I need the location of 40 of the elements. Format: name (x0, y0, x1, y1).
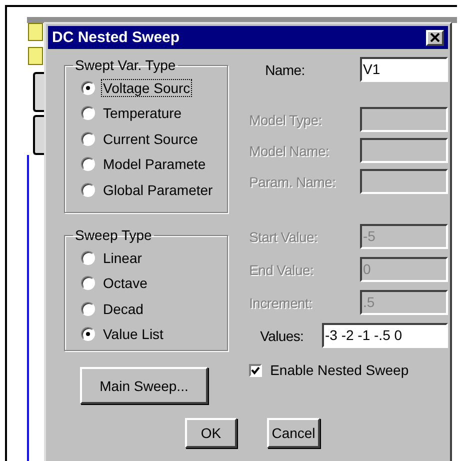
close-button[interactable] (426, 30, 444, 46)
radio-label[interactable]: Decad (101, 300, 146, 318)
radio-button[interactable] (81, 250, 95, 265)
radio-label[interactable]: Octave (101, 274, 150, 292)
radio-button[interactable] (81, 132, 95, 146)
main-sweep-button[interactable]: Main Sweep... (80, 367, 208, 404)
field-label: Start Value: (249, 228, 318, 244)
radio-button[interactable] (81, 157, 95, 172)
radio-label[interactable]: Voltage Sourc (101, 78, 192, 97)
radio-label[interactable]: Temperature (101, 104, 184, 122)
radio-label[interactable]: Linear (101, 248, 144, 267)
window-title: DC Nested Sweep (52, 29, 180, 46)
ok-button[interactable]: OK (185, 418, 237, 448)
radio-button[interactable] (81, 327, 95, 342)
close-icon (430, 33, 440, 42)
radio-label[interactable]: Current Source (101, 130, 200, 148)
radio-button[interactable] (81, 276, 95, 290)
input-field[interactable]: V1 (360, 57, 448, 82)
field-label: Name: (265, 62, 305, 78)
cancel-button[interactable]: Cancel (267, 418, 320, 448)
field-label: Model Name: (249, 142, 330, 158)
radio-label[interactable]: Model Paramete (101, 155, 208, 174)
field-label: Param. Name: (249, 174, 336, 190)
radio-button[interactable] (81, 182, 95, 197)
field-label: End Value: (249, 262, 314, 278)
field-label: Increment: (249, 294, 312, 310)
radio-label[interactable]: Value List (101, 325, 166, 344)
group-label: Swept Var. Type (74, 57, 177, 73)
radio-button[interactable] (81, 106, 95, 120)
group-label: Sweep Type (74, 227, 153, 243)
schematic-icon (28, 23, 43, 41)
field-label: Model Type: (249, 112, 322, 128)
field-label: Values: (260, 328, 304, 344)
radio-label[interactable]: Global Parameter (101, 180, 215, 199)
schematic-icon (28, 47, 43, 65)
checkbox[interactable] (249, 364, 262, 376)
input-field[interactable]: -3 -2 -1 -.5 0 (322, 323, 448, 348)
radio-button[interactable] (81, 80, 95, 95)
radio-button[interactable] (81, 302, 95, 316)
checkbox-label[interactable]: Enable Nested Sweep (270, 362, 409, 378)
